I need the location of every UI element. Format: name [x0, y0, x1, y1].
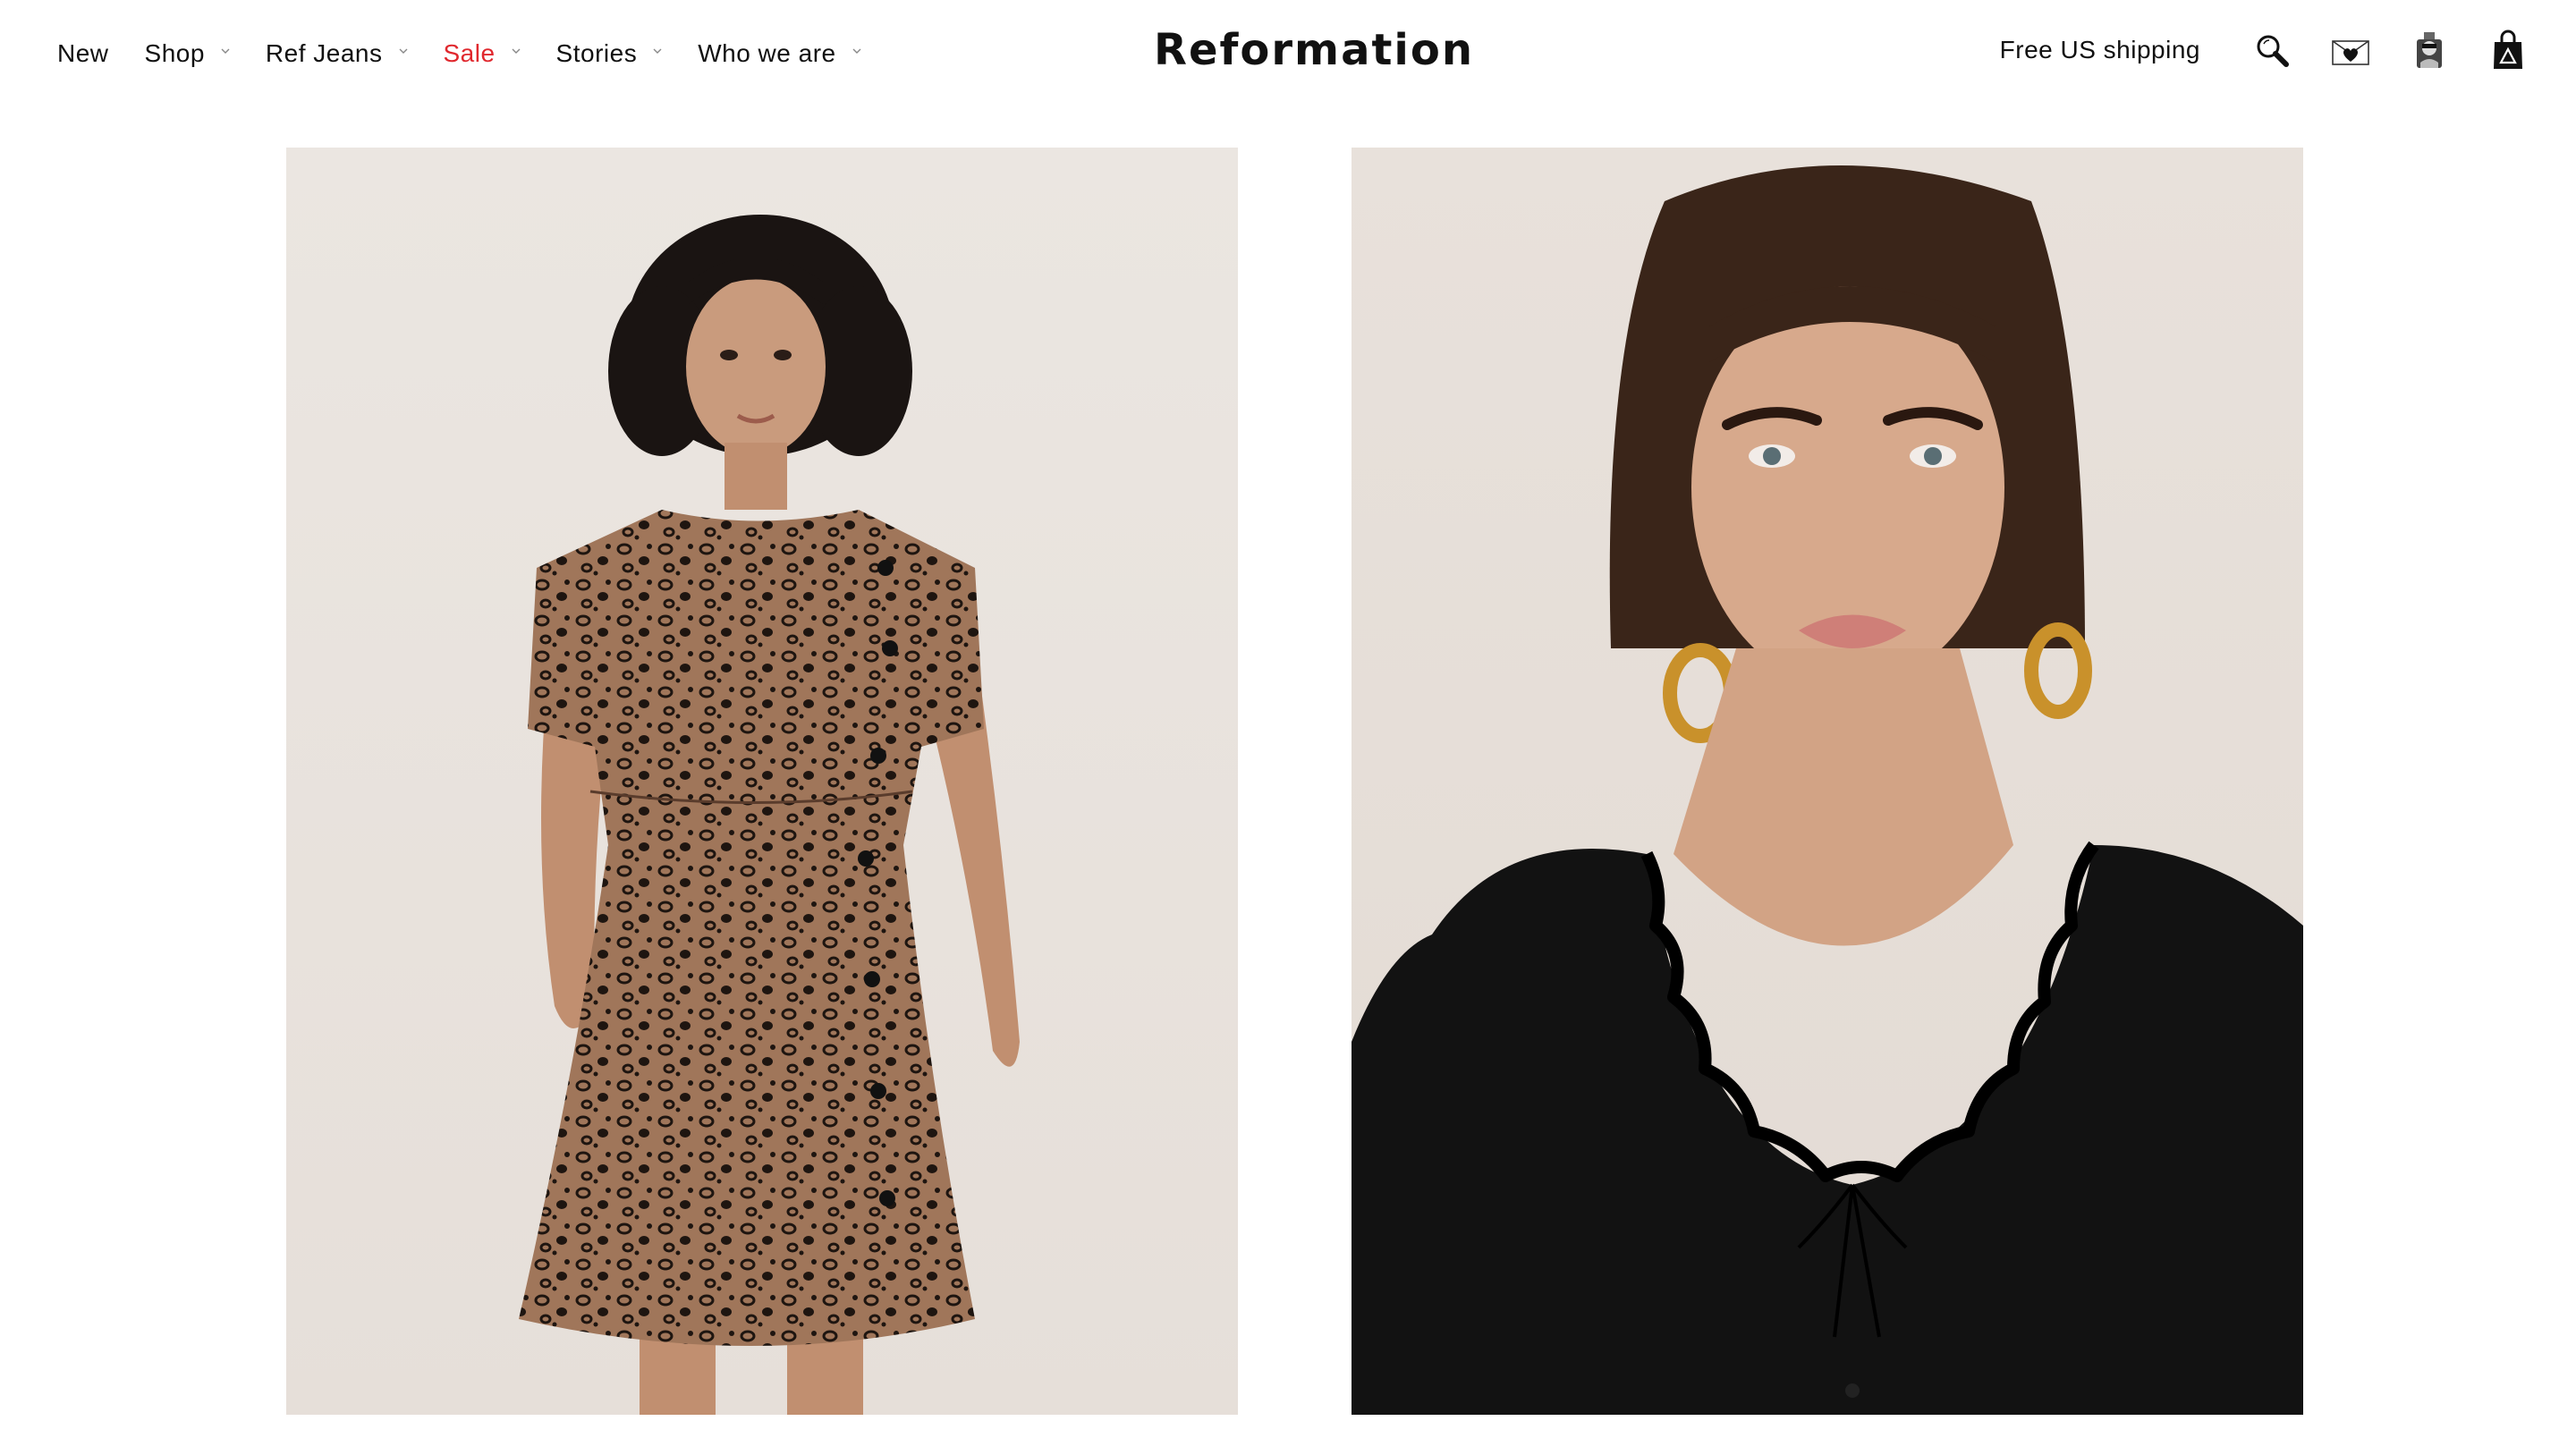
chevron-down-icon [399, 47, 408, 56]
main-nav: New Shop Ref Jeans Sale Stories Who we a… [57, 34, 897, 73]
nav-item-label: Who we are [698, 39, 836, 67]
nav-item-shop[interactable]: Shop [145, 34, 230, 73]
nav-item-label: Ref Jeans [265, 39, 383, 67]
nav-item-stories[interactable]: Stories [556, 34, 663, 73]
utility-bar: Free US shipping [2000, 30, 2528, 70]
search-icon[interactable] [2252, 30, 2292, 70]
nav-item-ref-jeans[interactable]: Ref Jeans [266, 34, 408, 73]
nav-item-label: Stories [555, 39, 638, 67]
product-image-leopard-dress[interactable] [286, 148, 1238, 1415]
chevron-down-icon [852, 47, 861, 56]
chevron-down-icon [221, 47, 230, 56]
shopping-bag-icon[interactable] [2488, 30, 2528, 70]
nav-item-who-we-are[interactable]: Who we are [698, 34, 861, 73]
nav-item-new[interactable]: New [57, 34, 109, 73]
chevron-down-icon [512, 47, 521, 56]
free-shipping-link[interactable]: Free US shipping [2000, 36, 2200, 64]
nav-item-label: Shop [144, 39, 205, 67]
chevron-down-icon [653, 47, 662, 56]
wishlist-envelope-icon[interactable] [2331, 30, 2370, 70]
nav-item-label: Sale [443, 39, 496, 67]
site-header: New Shop Ref Jeans Sale Stories Who we a… [0, 0, 2576, 107]
leopard-dress-illustration [519, 215, 1020, 1415]
product-image-black-top[interactable] [1352, 148, 2303, 1415]
account-icon[interactable] [2410, 30, 2449, 70]
nav-item-sale[interactable]: Sale [444, 34, 521, 73]
brand-logo[interactable]: Reformation [1154, 25, 1472, 75]
black-top-illustration [1352, 165, 2303, 1415]
nav-item-label: New [57, 39, 109, 67]
